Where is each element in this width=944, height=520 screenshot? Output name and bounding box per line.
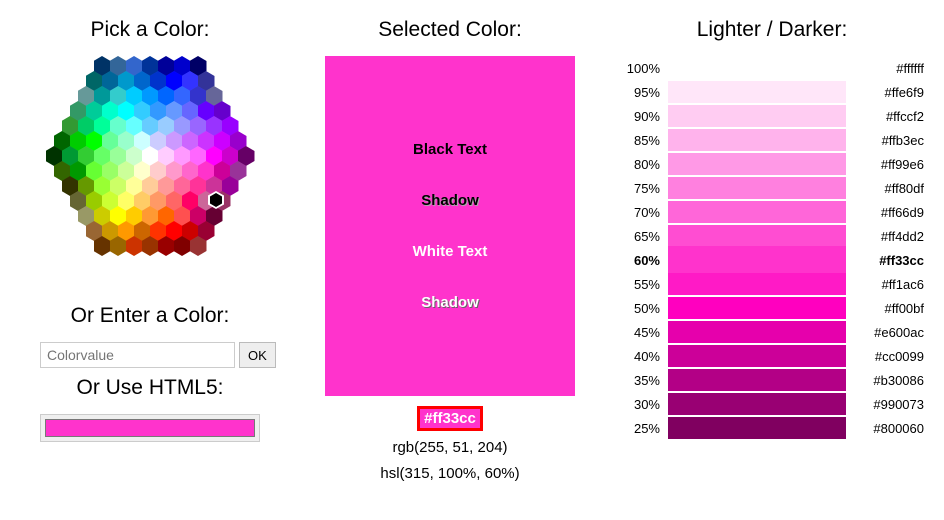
ld-swatch[interactable] <box>668 393 846 415</box>
ld-hex: #e600ac <box>846 325 924 340</box>
ld-percent: 95% <box>620 85 668 100</box>
ld-hex: #ffffff <box>846 61 924 76</box>
ld-hex: #ff33cc <box>846 253 924 268</box>
ld-swatch[interactable] <box>668 273 846 295</box>
ld-hex: #ffb3ec <box>846 133 924 148</box>
hexcell[interactable] <box>174 236 191 256</box>
ld-hex: #ffe6f9 <box>846 85 924 100</box>
ld-row: 95% #ffe6f9 <box>620 80 924 104</box>
selected-color-swatch: Black Text Shadow White Text Shadow <box>325 56 575 396</box>
ld-percent: 65% <box>620 229 668 244</box>
ld-hex: #cc0099 <box>846 349 924 364</box>
ld-percent: 85% <box>620 133 668 148</box>
ld-row: 80% #ff99e6 <box>620 152 924 176</box>
ld-swatch[interactable] <box>668 345 846 367</box>
selected-hsl: hsl(315, 100%, 60%) <box>310 461 590 487</box>
ld-swatch[interactable] <box>668 297 846 319</box>
ld-percent: 45% <box>620 325 668 340</box>
ld-row: 50% #ff00bf <box>620 296 924 320</box>
ld-hex: #ff80df <box>846 181 924 196</box>
sample-black-text: Black Text <box>325 141 575 158</box>
html5-picker-wrapper <box>40 414 260 442</box>
ld-hex: #800060 <box>846 421 924 436</box>
ld-hex: #b30086 <box>846 373 924 388</box>
ld-swatch[interactable] <box>668 369 846 391</box>
ld-percent: 70% <box>620 205 668 220</box>
colorvalue-input[interactable] <box>40 342 235 368</box>
hexcell[interactable] <box>190 236 207 256</box>
ld-row: 60% #ff33cc <box>620 248 924 272</box>
ld-row: 70% #ff66d9 <box>620 200 924 224</box>
sample-white-text: White Text <box>325 243 575 260</box>
html5-title: Or Use HTML5: <box>20 376 280 400</box>
hexcell[interactable] <box>126 236 143 256</box>
lighter-darker-title: Lighter / Darker: <box>620 18 924 42</box>
pick-color-title: Pick a Color: <box>20 18 280 42</box>
ld-hex: #ff1ac6 <box>846 277 924 292</box>
ld-percent: 60% <box>620 253 668 268</box>
ld-swatch[interactable] <box>668 177 846 199</box>
ld-row: 55% #ff1ac6 <box>620 272 924 296</box>
ld-hex: #ffccf2 <box>846 109 924 124</box>
ld-percent: 90% <box>620 109 668 124</box>
ok-button[interactable]: OK <box>239 342 276 368</box>
ld-percent: 25% <box>620 421 668 436</box>
ld-swatch[interactable] <box>668 81 846 103</box>
ld-swatch[interactable] <box>668 201 846 223</box>
hexcell[interactable] <box>142 236 159 256</box>
html5-color-input[interactable] <box>45 419 255 437</box>
ld-row: 90% #ffccf2 <box>620 104 924 128</box>
ld-swatch[interactable] <box>668 321 846 343</box>
ld-percent: 80% <box>620 157 668 172</box>
ld-percent: 75% <box>620 181 668 196</box>
ld-hex: #ff66d9 <box>846 205 924 220</box>
ld-swatch[interactable] <box>668 417 846 439</box>
hexcell[interactable] <box>110 236 127 256</box>
sample-black-shadow: Shadow <box>325 192 575 209</box>
ld-row: 25% #800060 <box>620 416 924 440</box>
ld-percent: 100% <box>620 61 668 76</box>
ld-hex: #ff99e6 <box>846 157 924 172</box>
ld-hex: #990073 <box>846 397 924 412</box>
selected-color-title: Selected Color: <box>310 18 590 42</box>
ld-row: 30% #990073 <box>620 392 924 416</box>
ld-row: 65% #ff4dd2 <box>620 224 924 248</box>
ld-row: 45% #e600ac <box>620 320 924 344</box>
hexagon-color-picker[interactable] <box>41 56 259 286</box>
ld-swatch[interactable] <box>668 129 846 151</box>
ld-row: 40% #cc0099 <box>620 344 924 368</box>
ld-swatch[interactable] <box>668 105 846 127</box>
selected-rgb: rgb(255, 51, 204) <box>310 435 590 461</box>
ld-percent: 35% <box>620 373 668 388</box>
ld-percent: 30% <box>620 397 668 412</box>
ld-swatch[interactable] <box>668 225 846 247</box>
selected-hex-badge: #ff33cc <box>417 406 483 431</box>
hexcell[interactable] <box>94 236 111 256</box>
ld-row: 85% #ffb3ec <box>620 128 924 152</box>
hexcell[interactable] <box>158 236 175 256</box>
ld-row: 35% #b30086 <box>620 368 924 392</box>
ld-hex: #ff4dd2 <box>846 229 924 244</box>
ld-row: 100% #ffffff <box>620 56 924 80</box>
enter-color-title: Or Enter a Color: <box>20 304 280 328</box>
ld-row: 75% #ff80df <box>620 176 924 200</box>
ld-swatch[interactable] <box>668 153 846 175</box>
ld-percent: 50% <box>620 301 668 316</box>
ld-swatch[interactable] <box>668 246 846 274</box>
ld-percent: 40% <box>620 349 668 364</box>
lighter-darker-table: 100% #ffffff 95% #ffe6f9 90% #ffccf2 85% #ffb3e… <box>620 56 924 440</box>
sample-white-shadow: Shadow <box>325 294 575 311</box>
ld-hex: #ff00bf <box>846 301 924 316</box>
ld-swatch[interactable] <box>668 57 846 79</box>
ld-percent: 55% <box>620 277 668 292</box>
